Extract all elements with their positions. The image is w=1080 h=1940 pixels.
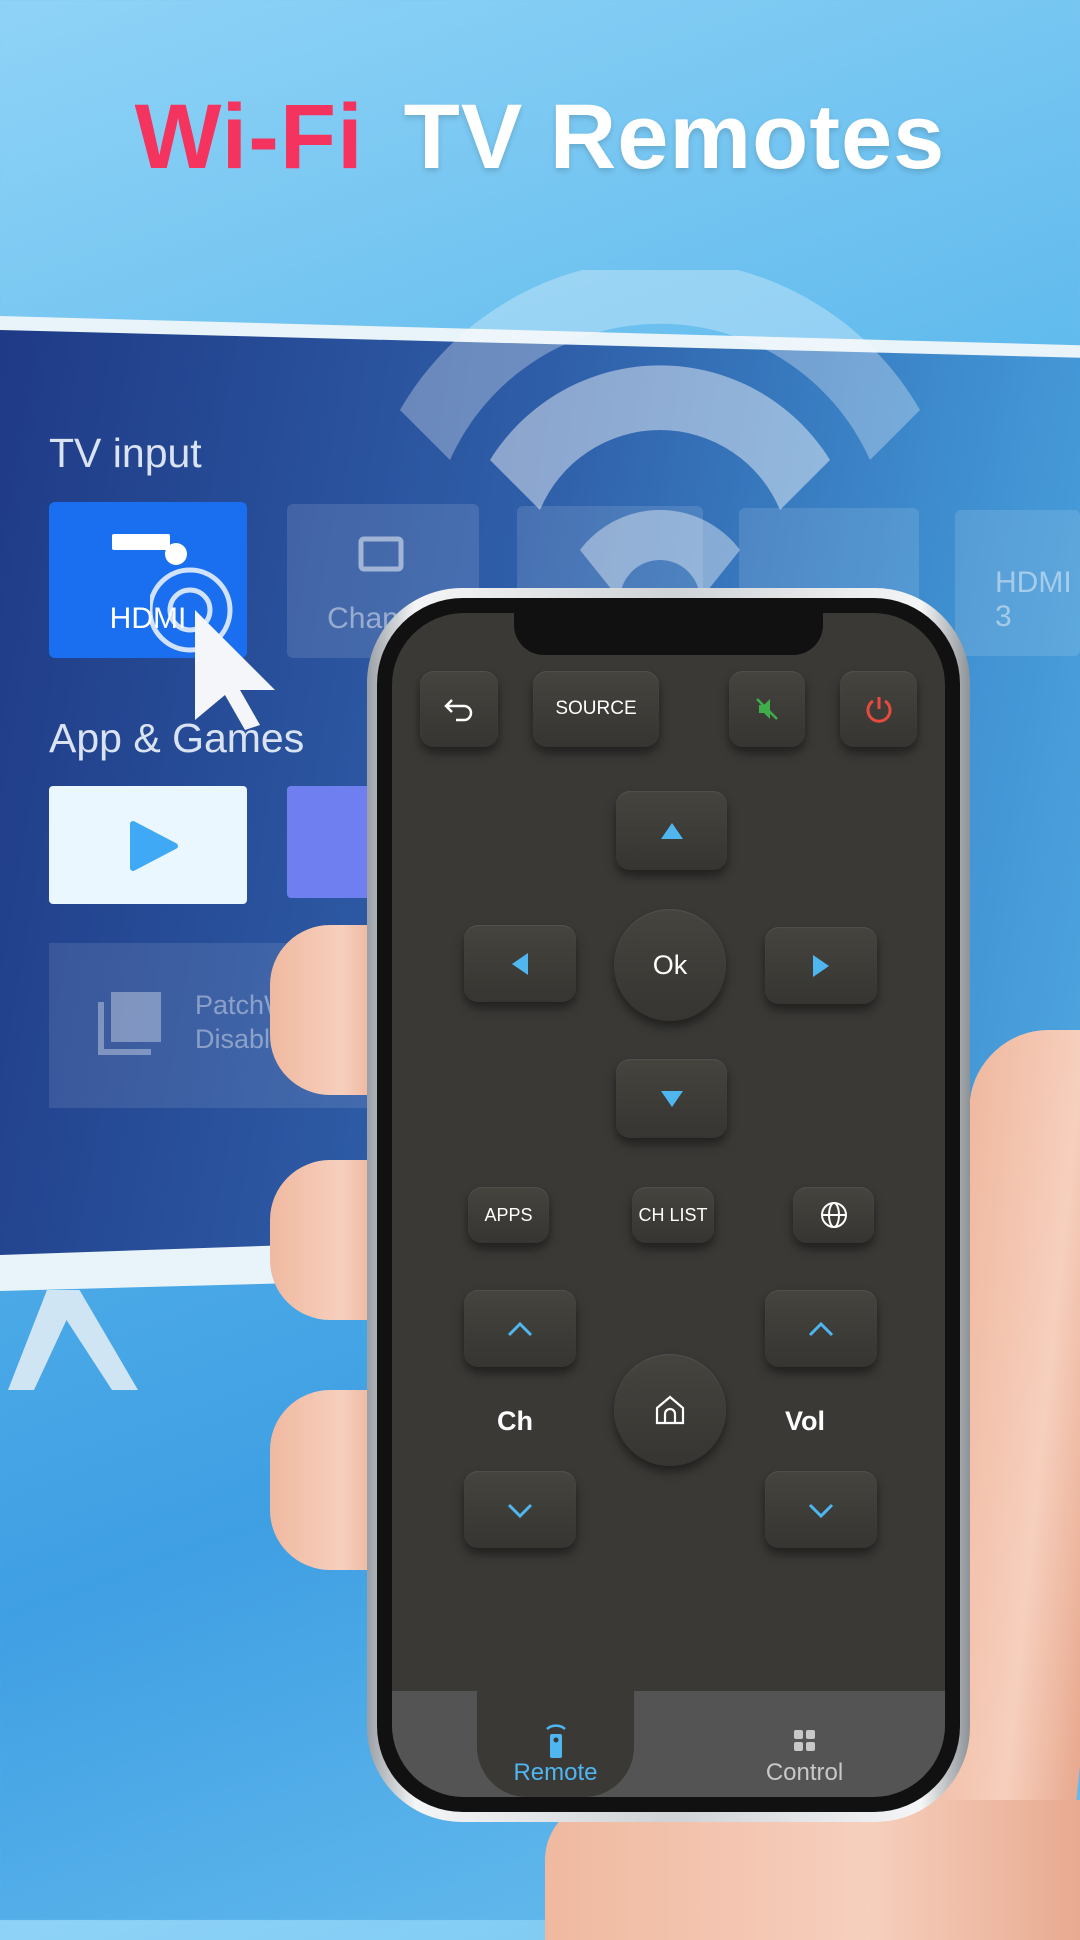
home-icon [655,1395,685,1425]
tab-label: Remote [513,1759,598,1786]
arrow-right-icon [813,954,829,977]
tile-label: HDMI 3 [995,566,1072,633]
channel-up-button[interactable] [464,1290,576,1367]
source-label: SOURCE [555,698,637,719]
back-button[interactable] [420,671,498,747]
chevron-up-icon [808,1321,834,1336]
play-icon [130,821,178,871]
globe-button[interactable] [793,1187,874,1243]
ch-list-label: CH LIST [638,1204,708,1225]
headline-tv-remotes: TV Remotes [403,86,946,188]
home-button[interactable] [614,1354,726,1466]
tv-input-hdmi3[interactable]: HDMI 3 [955,510,1080,656]
app-tile-video[interactable] [49,786,247,904]
tv-icon [358,536,404,572]
apps-label: APPS [484,1204,533,1225]
dpad-down-button[interactable] [616,1059,727,1138]
arrow-down-icon [660,1090,683,1107]
channel-down-button[interactable] [464,1471,576,1548]
tab-control[interactable]: Control [662,1691,945,1797]
mute-button[interactable] [729,671,805,747]
chevron-down-icon [507,1503,533,1518]
tab-remote[interactable]: Remote [477,1691,634,1797]
video-library-icon [98,992,161,1055]
chevron-up-icon [507,1321,533,1336]
notch [514,613,823,655]
arrow-up-icon [660,822,683,839]
power-icon [866,697,891,723]
tab-label: Control [765,1759,844,1786]
phone: SOURCE Ok APPS CH LIST Ch Vol Remote Con… [367,588,970,1822]
globe-icon [820,1202,847,1228]
ch-list-button[interactable]: CH LIST [632,1187,714,1243]
source-button[interactable]: SOURCE [533,671,659,747]
back-icon [444,699,473,722]
tv-stand [8,1290,138,1390]
dpad-left-button[interactable] [464,925,576,1002]
headline-wifi: Wi-Fi [134,86,364,188]
volume-down-button[interactable] [765,1471,877,1548]
volume-up-button[interactable] [765,1290,877,1367]
remote-screen: SOURCE Ok APPS CH LIST Ch Vol Remote Con… [392,613,945,1797]
app-tile-files[interactable] [287,786,377,898]
channel-label: Ch [497,1406,533,1436]
mute-icon [756,698,778,720]
apps-button[interactable]: APPS [468,1187,549,1243]
headline: Wi-Fi TV Remotes [0,85,1080,190]
dpad-up-button[interactable] [616,791,727,870]
chevron-down-icon [808,1503,834,1518]
remote-icon [545,1724,566,1758]
ok-label: Ok [652,949,688,980]
tv-input-heading: TV input [49,430,202,476]
dpad-right-button[interactable] [765,927,877,1004]
cursor-icon [150,567,275,730]
volume-label: Vol [785,1406,825,1436]
arrow-left-icon [512,952,528,975]
power-button[interactable] [840,671,917,747]
bottom-nav: Remote Control [392,1691,945,1797]
apps-games-heading: App & Games [49,715,305,761]
grid-icon [793,1730,815,1751]
ok-button[interactable]: Ok [614,909,726,1021]
